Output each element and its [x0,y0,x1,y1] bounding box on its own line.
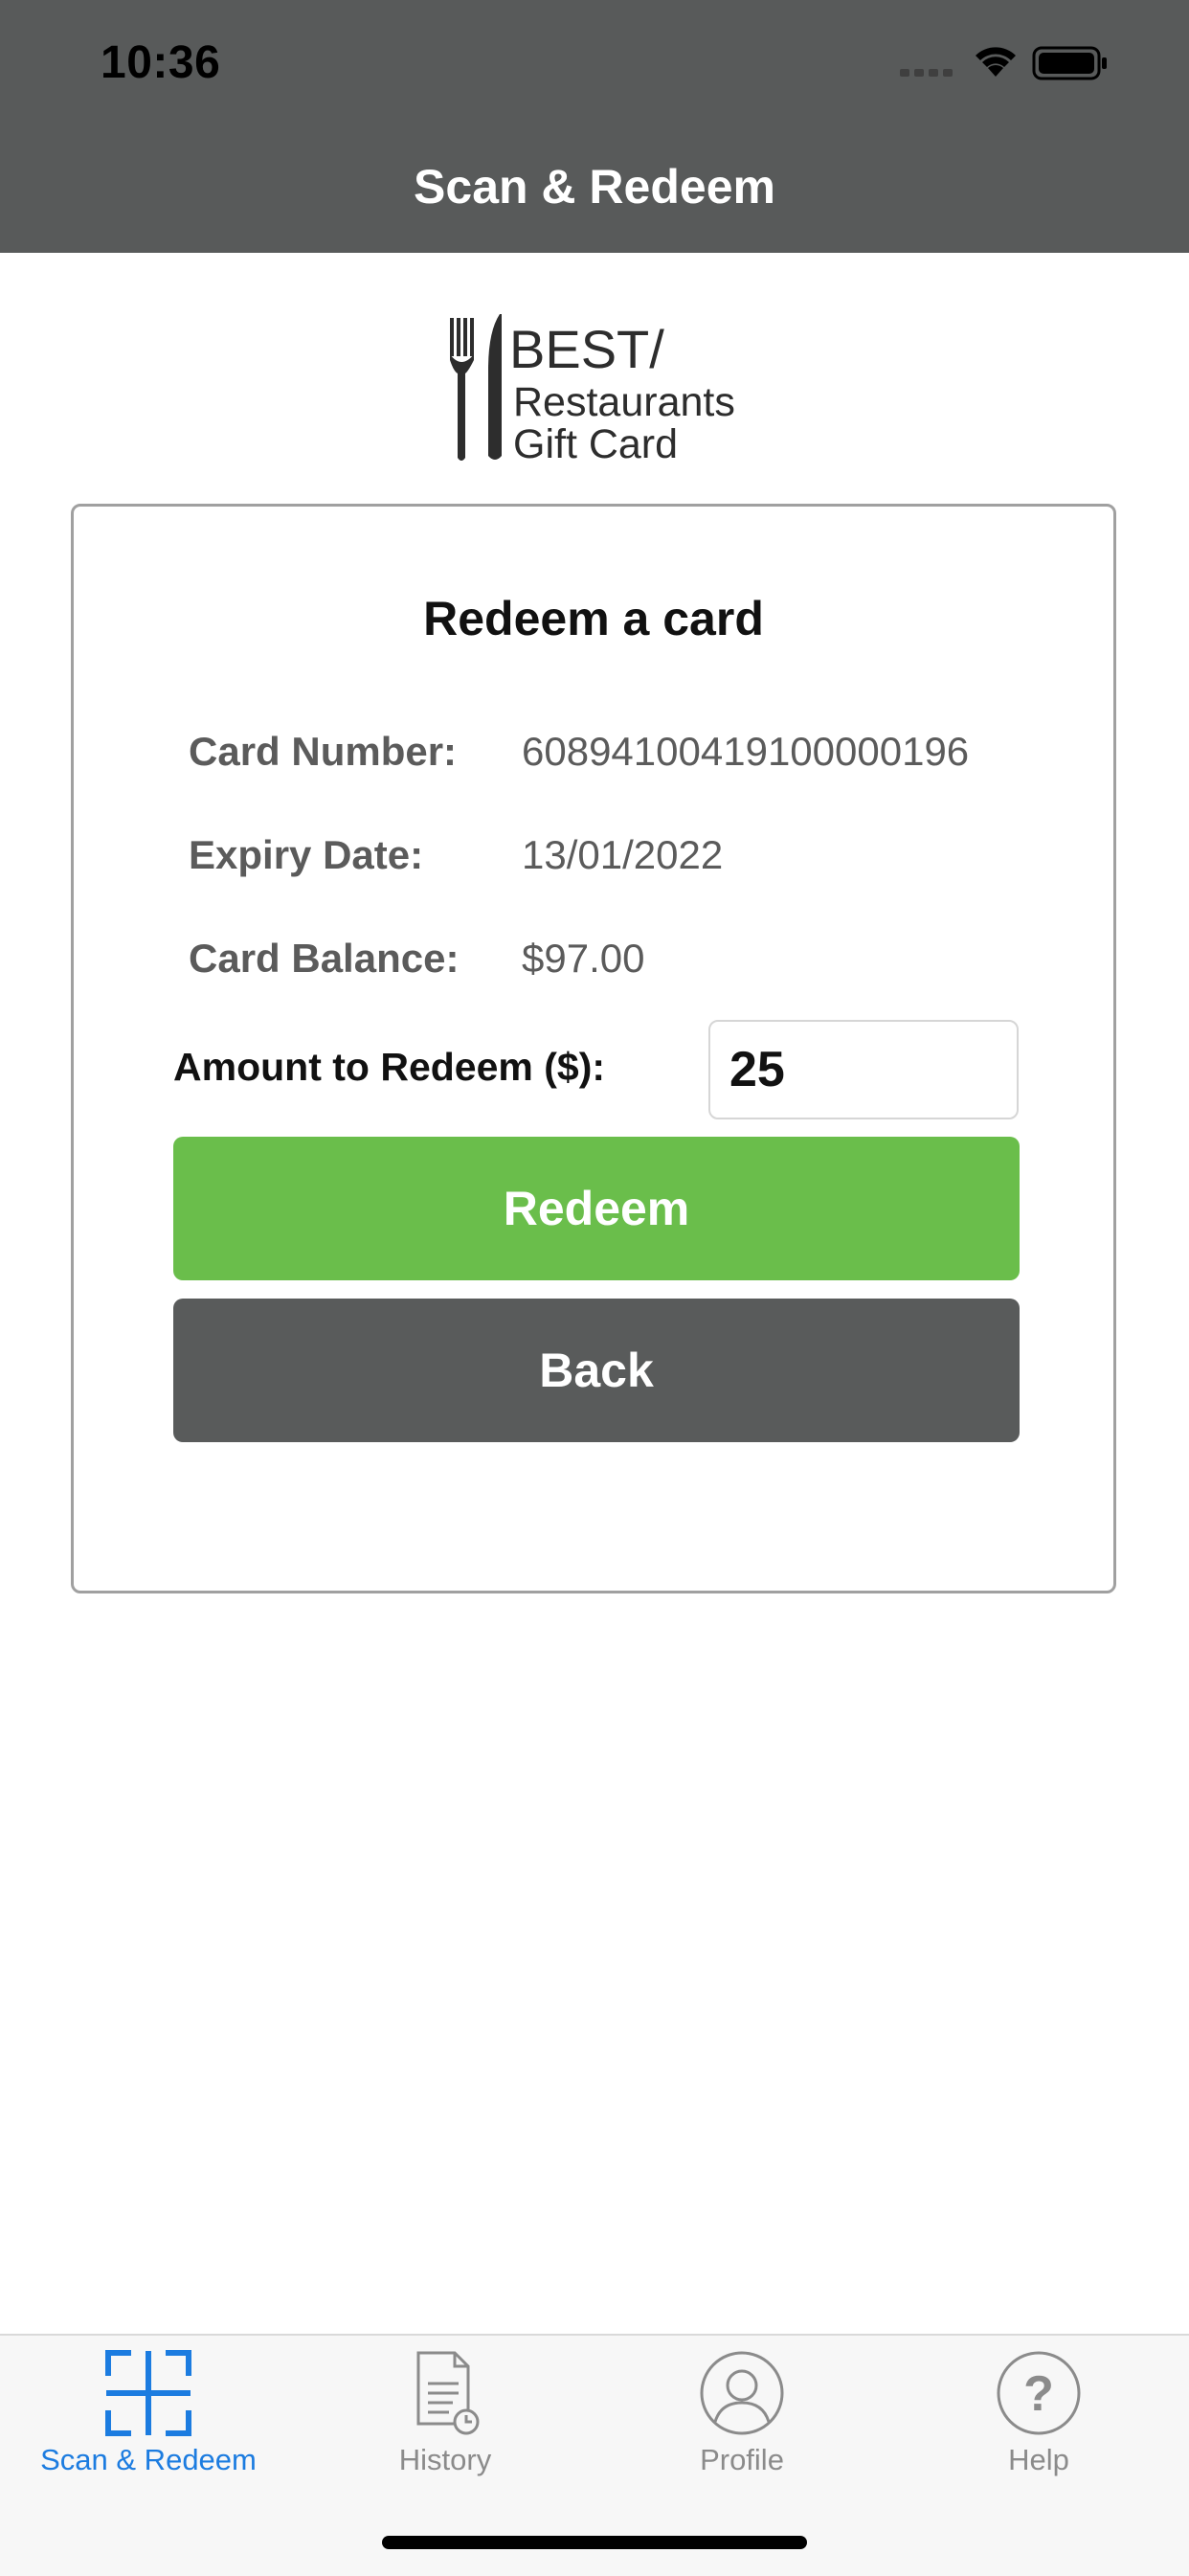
svg-text:?: ? [1023,2366,1054,2422]
tab-profile[interactable]: Profile [594,2336,890,2527]
help-icon: ? [890,2347,1187,2443]
svg-text:BEST/: BEST/ [509,319,664,379]
status-icons [900,42,1130,80]
tab-history[interactable]: History [297,2336,594,2527]
amount-input[interactable] [708,1020,1019,1119]
card-number-value: 60894100419100000196 [522,729,970,774]
tab-scan-redeem[interactable]: Scan & Redeem [0,2336,297,2527]
expiry-date-value: 13/01/2022 [522,832,724,877]
tab-help[interactable]: ? Help [890,2336,1187,2527]
card-number-label: Card Number: [189,729,458,774]
tab-label: Scan & Redeem [40,2443,257,2476]
tab-label: Help [1008,2443,1069,2476]
battery-icon [1032,46,1107,80]
card-balance-label: Card Balance: [189,936,460,981]
redeem-button[interactable]: Redeem [173,1137,1020,1280]
svg-text:Restaurants: Restaurants [513,379,735,425]
scan-icon [0,2347,297,2443]
wifi-icon [976,47,1016,77]
amount-label: Amount to Redeem ($): [173,1045,605,1089]
back-button[interactable]: Back [173,1299,1020,1442]
tab-label: History [398,2443,492,2476]
tab-label: Profile [700,2443,784,2476]
cellular-signal-icon [900,69,953,77]
card-title: Redeem a card [423,592,764,645]
svg-text:Gift Card: Gift Card [513,421,678,465]
home-indicator [382,2536,807,2549]
brand-logo: BEST/ Restaurants Gift Card [442,312,768,467]
card-balance-value: $97.00 [522,936,645,981]
fork-knife-icon [450,314,502,461]
app-header: 10:36 Scan & Redeem [0,0,1189,253]
status-time: 10:36 [101,37,221,88]
history-icon [297,2347,594,2443]
profile-icon [594,2347,890,2443]
expiry-date-label: Expiry Date: [189,832,424,877]
page-title: Scan & Redeem [414,160,775,214]
redeem-card-panel: Redeem a card Card Number: 6089410041910… [71,504,1116,1593]
